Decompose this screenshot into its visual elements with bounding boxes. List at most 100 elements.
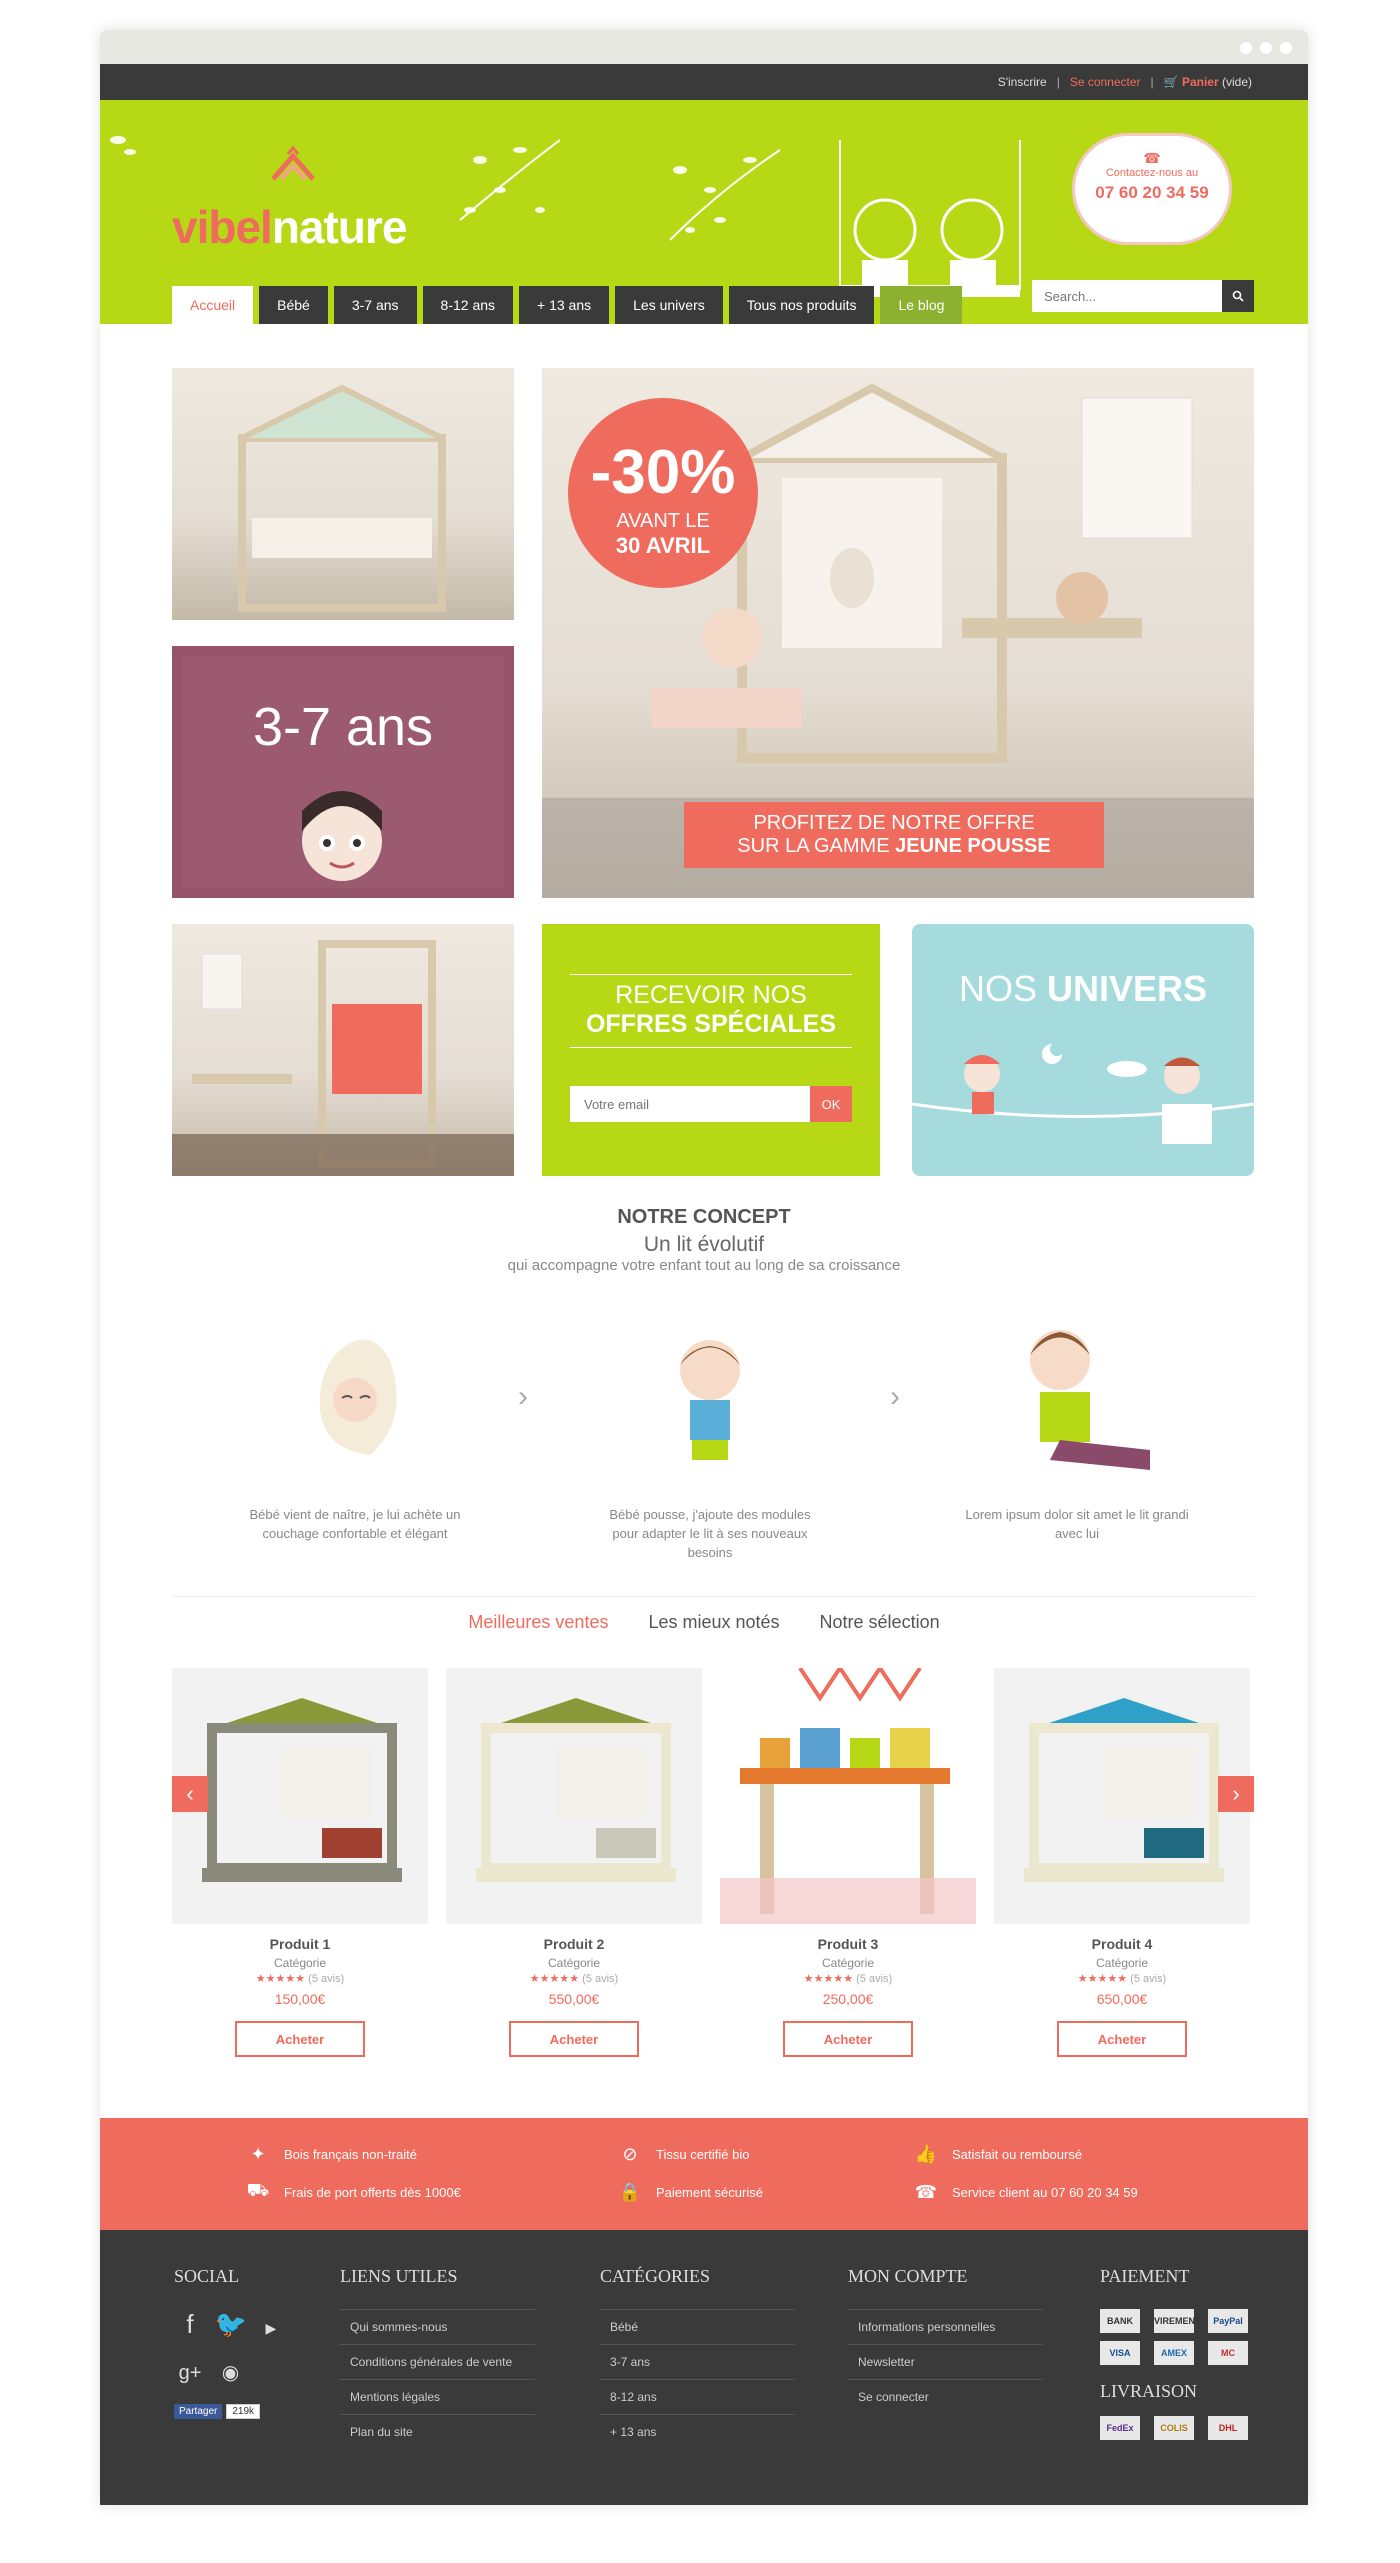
product-card[interactable]: Produit 1 Catégorie ★★★★★ (5 avis) 150,0… xyxy=(172,1668,428,2057)
twitter-icon[interactable]: 🐦 xyxy=(214,2309,246,2341)
visa-icon: VISA xyxy=(1100,2341,1140,2365)
chevron-right-icon: › xyxy=(518,1380,528,1413)
product-image[interactable] xyxy=(994,1668,1250,1924)
nav-tab-blog[interactable]: Le blog xyxy=(880,286,963,324)
nav-tab-3-7[interactable]: 3-7 ans xyxy=(333,286,417,324)
footer-category-link[interactable]: Bébé xyxy=(600,2309,795,2344)
feature-item: 👍 Satisfait ou remboursé xyxy=(914,2144,1082,2164)
footer-categories: CATÉGORIES Bébé 3-7 ans 8-12 ans + 13 an… xyxy=(600,2266,795,2449)
nav-tab-accueil[interactable]: Accueil xyxy=(172,286,254,324)
browser-chrome xyxy=(100,30,1308,64)
footer-category-link[interactable]: + 13 ans xyxy=(600,2414,795,2449)
footer-category-link[interactable]: 8-12 ans xyxy=(600,2379,795,2414)
hero-main-promo[interactable]: -30% AVANT LE 30 AVRIL PROFITEZ DE NOTRE… xyxy=(542,368,1254,898)
site-logo[interactable]: vibelnature xyxy=(172,200,407,254)
window-dot-icon[interactable] xyxy=(1260,42,1272,54)
footer-account-link[interactable]: Newsletter xyxy=(848,2344,1043,2379)
nav-tab-univers[interactable]: Les univers xyxy=(615,286,723,324)
buy-button[interactable]: Acheter xyxy=(235,2021,365,2057)
product-name[interactable]: Produit 2 xyxy=(446,1936,702,1952)
product-image[interactable] xyxy=(446,1668,702,1924)
footer-category-link[interactable]: 3-7 ans xyxy=(600,2344,795,2379)
product-name[interactable]: Produit 4 xyxy=(994,1936,1250,1952)
feature-label: Satisfait ou remboursé xyxy=(952,2146,1083,2162)
nav-tab-produits[interactable]: Tous nos produits xyxy=(728,286,875,324)
univers-illustration xyxy=(912,1044,1254,1144)
facebook-share-widget[interactable]: Partager 219k xyxy=(174,2404,261,2419)
discount-badge: -30% AVANT LE 30 AVRIL xyxy=(568,398,758,588)
concept-step-3: Lorem ipsum dolor sit amet le lit grandi… xyxy=(965,1507,1189,1541)
leaf-badge-icon: ⊘ xyxy=(622,2143,638,2164)
footer-links-title: LIENS UTILES xyxy=(340,2266,458,2286)
footer-social: SOCIAL f 🐦 ▶ g+ ◉ Partager 219k xyxy=(174,2266,291,2419)
carousel-prev-button[interactable]: ‹ xyxy=(172,1776,208,1812)
search-input[interactable] xyxy=(1032,280,1222,312)
age-card-3-7[interactable]: 3-7 ans xyxy=(172,646,514,898)
promo-ribbon: PROFITEZ DE NOTRE OFFRE SUR LA GAMME JEU… xyxy=(684,802,1104,868)
tab-our-selection[interactable]: Notre sélection xyxy=(820,1612,940,1633)
univers-card[interactable]: NOS UNIVERS xyxy=(912,924,1254,1176)
child-icon xyxy=(1030,1330,1150,1470)
youtube-icon[interactable]: ▶ xyxy=(255,2320,287,2352)
google-plus-icon[interactable]: g+ xyxy=(174,2362,206,2394)
newsletter-email-input[interactable] xyxy=(570,1086,810,1122)
tab-best-sellers[interactable]: Meilleures ventes xyxy=(468,1612,608,1633)
product-tabs: Meilleures ventes Les mieux notés Notre … xyxy=(100,1612,1308,1633)
product-image[interactable] xyxy=(720,1664,976,1924)
footer-link[interactable]: Conditions générales de vente xyxy=(340,2344,535,2379)
login-link[interactable]: Se connecter xyxy=(1070,75,1141,89)
concept-title: NOTRE CONCEPT xyxy=(617,1206,791,1228)
product-name[interactable]: Produit 3 xyxy=(720,1936,976,1952)
buy-button[interactable]: Acheter xyxy=(509,2021,639,2057)
discount-percent: -30% xyxy=(590,438,736,507)
nav-tab-bebe[interactable]: Bébé xyxy=(259,286,328,324)
newsletter-ok-button[interactable]: OK xyxy=(810,1086,852,1122)
nav-tab-8-12[interactable]: 8-12 ans xyxy=(422,286,514,324)
phone-badge[interactable]: ☎ Contactez-nous au 07 60 20 34 59 xyxy=(1072,133,1232,245)
window-dot-icon[interactable] xyxy=(1280,42,1292,54)
univers-part2: UNIVERS xyxy=(1047,968,1208,1009)
footer-delivery-title: LIVRAISON xyxy=(1100,2381,1197,2401)
product-reviews: (5 avis) xyxy=(856,1973,893,1985)
product-name[interactable]: Produit 1 xyxy=(172,1936,428,1952)
main-nav: Accueil Bébé 3-7 ans 8-12 ans + 13 ans L… xyxy=(172,286,963,324)
feature-label: Service client au 07 60 20 34 59 xyxy=(952,2184,1138,2200)
footer-link[interactable]: Qui sommes-nous xyxy=(340,2309,535,2344)
features-band: ✦ Bois français non-traité ⊘ Tissu certifi… xyxy=(100,2118,1308,2230)
concept-subtitle: Un lit évolutif xyxy=(643,1233,765,1256)
lock-icon: 🔒 xyxy=(618,2181,642,2202)
product-card[interactable]: Produit 4 Catégorie ★★★★★ (5 avis) 650,0… xyxy=(994,1668,1250,2057)
product-price: 550,00€ xyxy=(548,1991,600,2007)
buy-button[interactable]: Acheter xyxy=(783,2021,913,2057)
window-dot-icon[interactable] xyxy=(1240,42,1252,54)
product-card[interactable]: Produit 3 Catégorie ★★★★★ (5 avis) 250,0… xyxy=(720,1664,976,2057)
nav-tab-13[interactable]: + 13 ans xyxy=(519,286,610,324)
footer-link[interactable]: Plan du site xyxy=(340,2414,535,2449)
facebook-share-button[interactable]: Partager xyxy=(174,2404,223,2419)
product-rating: ★★★★★ (5 avis) xyxy=(994,1972,1250,1985)
browser-window: S'inscrire | Se connecter | 🛒 Panier (vi… xyxy=(100,30,1308,2505)
tab-top-rated[interactable]: Les mieux notés xyxy=(648,1612,779,1633)
footer-account-link[interactable]: Informations personnelles xyxy=(848,2309,1043,2344)
desk-photo[interactable] xyxy=(172,924,514,1176)
facebook-share-count: 219k xyxy=(226,2404,261,2419)
cart-link[interactable]: 🛒 Panier (vide) xyxy=(1164,75,1252,89)
buy-button[interactable]: Acheter xyxy=(1057,2021,1187,2057)
rss-icon[interactable]: ◉ xyxy=(214,2360,246,2392)
product-card[interactable]: Produit 2 Catégorie ★★★★★ (5 avis) 550,0… xyxy=(446,1668,702,2057)
univers-title: NOS UNIVERS xyxy=(912,968,1254,1010)
carousel-next-button[interactable]: › xyxy=(1218,1776,1254,1812)
colissimo-icon: COLIS xyxy=(1154,2416,1194,2440)
facebook-icon[interactable]: f xyxy=(174,2309,206,2341)
footer-account-link[interactable]: Se connecter xyxy=(848,2379,1043,2414)
product-category: Catégorie xyxy=(547,1956,601,1970)
hero-photo-bed[interactable] xyxy=(172,368,514,620)
signup-link[interactable]: S'inscrire xyxy=(998,75,1047,89)
discount-line1: AVANT LE xyxy=(616,510,710,532)
toddler-icon xyxy=(680,1340,740,1460)
site-footer: SOCIAL f 🐦 ▶ g+ ◉ Partager 219k LIENS UT… xyxy=(100,2230,1308,2505)
product-image[interactable] xyxy=(172,1668,428,1924)
product-rating: ★★★★★ (5 avis) xyxy=(720,1972,976,1985)
footer-link[interactable]: Mentions légales xyxy=(340,2379,535,2414)
search-button[interactable] xyxy=(1222,280,1254,312)
